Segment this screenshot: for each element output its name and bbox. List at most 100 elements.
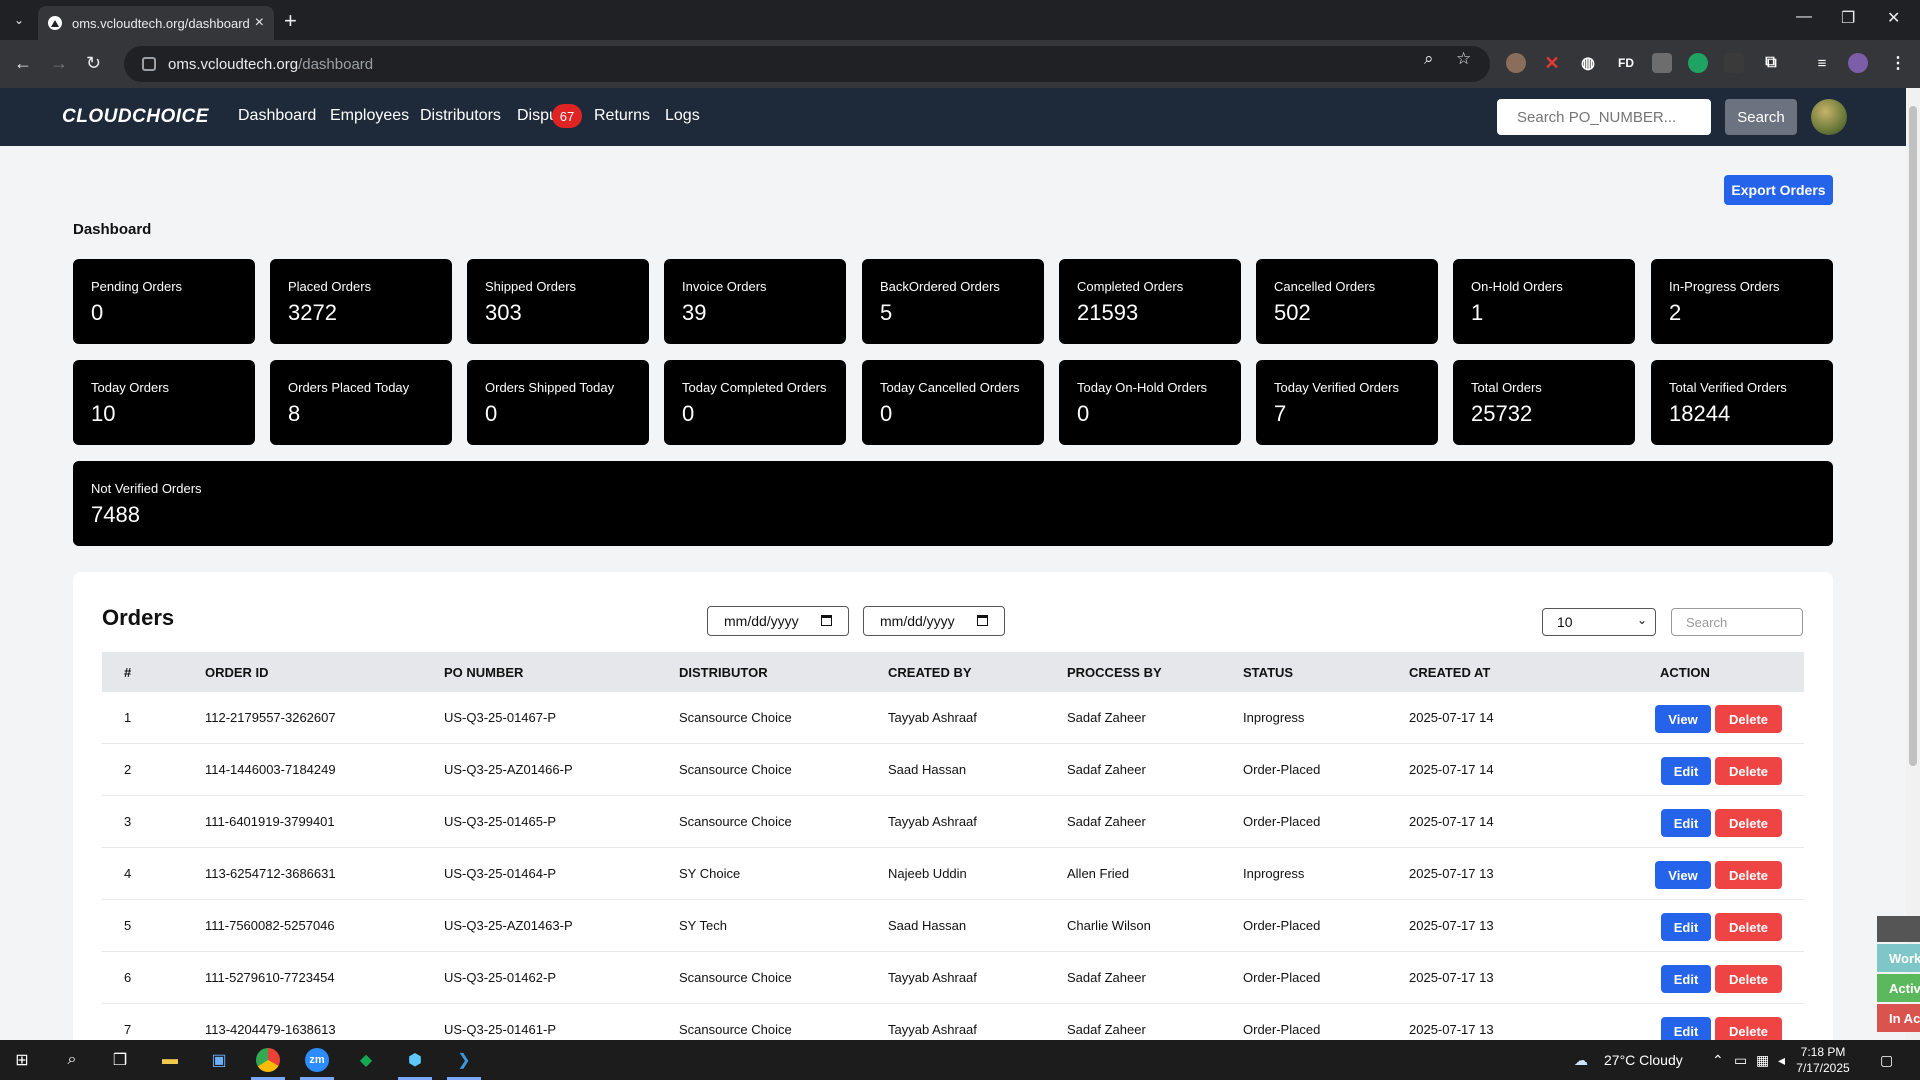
- stat-card-invoice[interactable]: Invoice Orders 39: [664, 259, 846, 344]
- edit-button[interactable]: Edit: [1661, 757, 1711, 785]
- tray-expand-icon[interactable]: ⌃: [1712, 1052, 1724, 1069]
- stat-card-total-verified[interactable]: Total Verified Orders 18244: [1651, 360, 1833, 445]
- po-search-button[interactable]: Search: [1725, 99, 1797, 135]
- minimize-icon[interactable]: —: [1796, 8, 1812, 26]
- browser-tab[interactable]: oms.vcloudtech.org/dashboard ×: [38, 6, 274, 40]
- col-distributor[interactable]: DISTRIBUTOR: [679, 665, 768, 680]
- date-to-input[interactable]: mm/dd/yyyy: [863, 606, 1005, 636]
- volume-icon[interactable]: ◂: [1778, 1052, 1785, 1069]
- extension-green-icon[interactable]: [1688, 53, 1708, 73]
- stat-card-total[interactable]: Total Orders 25732: [1453, 360, 1635, 445]
- forward-icon[interactable]: →: [50, 53, 68, 74]
- stat-card-today[interactable]: Today Orders 10: [73, 360, 255, 445]
- stat-card-cancelled[interactable]: Cancelled Orders 502: [1256, 259, 1438, 344]
- stat-card-in-progress[interactable]: In-Progress Orders 2: [1651, 259, 1833, 344]
- battery-icon[interactable]: ▭: [1734, 1052, 1747, 1069]
- tab-search-icon[interactable]: ⌄: [8, 9, 30, 31]
- stat-card-pending[interactable]: Pending Orders 0: [73, 259, 255, 344]
- page-size-select[interactable]: 10 ⌄: [1542, 608, 1656, 636]
- app-hex-icon[interactable]: ⬢: [403, 1048, 427, 1072]
- vscode-icon[interactable]: ❯: [452, 1048, 476, 1072]
- stat-card-backordered[interactable]: BackOrdered Orders 5: [862, 259, 1044, 344]
- restore-icon[interactable]: ❐: [1841, 8, 1855, 28]
- calendar-icon[interactable]: [977, 615, 988, 626]
- po-number-search-input[interactable]: [1497, 99, 1711, 135]
- edit-button[interactable]: Edit: [1661, 809, 1711, 837]
- delete-button[interactable]: Delete: [1715, 757, 1782, 785]
- extension-cookie-icon[interactable]: [1506, 53, 1526, 73]
- new-tab-icon[interactable]: +: [284, 8, 297, 34]
- extension-fd-icon[interactable]: FD: [1614, 53, 1638, 73]
- date-from-input[interactable]: mm/dd/yyyy: [707, 606, 849, 636]
- back-icon[interactable]: ←: [14, 53, 32, 74]
- nav-employees[interactable]: Employees: [330, 107, 409, 125]
- col-created-by[interactable]: CREATED BY: [888, 665, 972, 680]
- user-avatar[interactable]: [1811, 99, 1847, 135]
- stat-card-cancelled-today[interactable]: Today Cancelled Orders 0: [862, 360, 1044, 445]
- stat-card-completed-today[interactable]: Today Completed Orders 0: [664, 360, 846, 445]
- bookmark-star-icon[interactable]: ☆: [1456, 49, 1471, 69]
- task-view-icon[interactable]: ❒: [108, 1048, 132, 1072]
- extensions-puzzle-icon[interactable]: ⧉: [1761, 53, 1781, 73]
- reload-icon[interactable]: ↻: [86, 53, 101, 74]
- stat-card-placed-today[interactable]: Orders Placed Today 8: [270, 360, 452, 445]
- nav-returns[interactable]: Returns: [594, 107, 650, 125]
- store-icon[interactable]: ▣: [207, 1048, 231, 1072]
- col-po-number[interactable]: PO NUMBER: [444, 665, 523, 680]
- delete-button[interactable]: Delete: [1715, 965, 1782, 993]
- profile-avatar-icon[interactable]: [1848, 53, 1868, 73]
- windows-start-icon[interactable]: ⊞: [10, 1048, 34, 1072]
- nav-dashboard[interactable]: Dashboard: [238, 107, 316, 125]
- extension-globe-icon[interactable]: ◍: [1578, 53, 1598, 73]
- file-explorer-icon[interactable]: ▬: [158, 1048, 182, 1072]
- nav-distributors[interactable]: Distributors: [420, 107, 501, 125]
- delete-button[interactable]: Delete: [1715, 861, 1782, 889]
- view-button[interactable]: View: [1655, 861, 1711, 889]
- network-icon[interactable]: ▦: [1756, 1052, 1769, 1069]
- stat-card-placed[interactable]: Placed Orders 3272: [270, 259, 452, 344]
- col-process-by[interactable]: PROCCESS BY: [1067, 665, 1162, 680]
- site-info-icon[interactable]: [142, 57, 156, 71]
- edit-button[interactable]: Edit: [1661, 913, 1711, 941]
- view-button[interactable]: View: [1655, 705, 1711, 733]
- zoom-icon[interactable]: ⌕: [1424, 49, 1434, 69]
- scrollbar-thumb[interactable]: [1909, 106, 1917, 766]
- extension-dark-icon[interactable]: [1724, 53, 1744, 73]
- stat-card-verified-today[interactable]: Today Verified Orders 7: [1256, 360, 1438, 445]
- stat-card-on-hold-today[interactable]: Today On-Hold Orders 0: [1059, 360, 1241, 445]
- stat-card-completed[interactable]: Completed Orders 21593: [1059, 259, 1241, 344]
- cloudchoice-logo[interactable]: CLOUDCHOICE: [62, 106, 209, 128]
- edit-button[interactable]: Edit: [1661, 965, 1711, 993]
- col-created-at[interactable]: CREATED AT: [1409, 665, 1490, 680]
- close-tab-icon[interactable]: ×: [255, 14, 264, 32]
- delete-button[interactable]: Delete: [1715, 705, 1782, 733]
- delete-button[interactable]: Delete: [1715, 913, 1782, 941]
- extension-image-icon[interactable]: [1652, 53, 1672, 73]
- stat-card-shipped-today[interactable]: Orders Shipped Today 0: [467, 360, 649, 445]
- notifications-icon[interactable]: ▢: [1880, 1052, 1893, 1069]
- calendar-icon[interactable]: [821, 615, 832, 626]
- mongodb-compass-icon[interactable]: ◆: [354, 1048, 378, 1072]
- orders-search-input[interactable]: Search: [1671, 608, 1803, 636]
- stat-card-not-verified[interactable]: Not Verified Orders 7488: [73, 461, 1833, 546]
- taskbar-clock[interactable]: 7:18 PM 7/17/2025: [1788, 1044, 1858, 1076]
- stat-card-on-hold[interactable]: On-Hold Orders 1: [1453, 259, 1635, 344]
- page-scrollbar[interactable]: [1906, 88, 1920, 1040]
- browser-menu-icon[interactable]: ⋮: [1888, 53, 1908, 73]
- nav-logs[interactable]: Logs: [665, 107, 700, 125]
- col-status[interactable]: STATUS: [1243, 665, 1293, 680]
- zoom-app-icon[interactable]: zm: [305, 1048, 329, 1072]
- media-control-icon[interactable]: ≡: [1812, 53, 1832, 73]
- close-window-icon[interactable]: ✕: [1887, 8, 1900, 28]
- taskbar-search-icon[interactable]: ⌕: [60, 1048, 84, 1072]
- stat-card-shipped[interactable]: Shipped Orders 303: [467, 259, 649, 344]
- chrome-icon[interactable]: [256, 1048, 280, 1072]
- side-tab-inactive[interactable]: In Ac: [1877, 1004, 1920, 1032]
- side-tab-active[interactable]: Activ: [1877, 974, 1920, 1002]
- delete-button[interactable]: Delete: [1715, 809, 1782, 837]
- side-tab-work[interactable]: Work: [1877, 944, 1920, 972]
- col-order-id[interactable]: ORDER ID: [205, 665, 269, 680]
- weather-text[interactable]: 27°C Cloudy: [1604, 1052, 1683, 1068]
- extension-x-icon[interactable]: ✕: [1542, 53, 1562, 73]
- weather-icon[interactable]: ☁: [1574, 1052, 1588, 1069]
